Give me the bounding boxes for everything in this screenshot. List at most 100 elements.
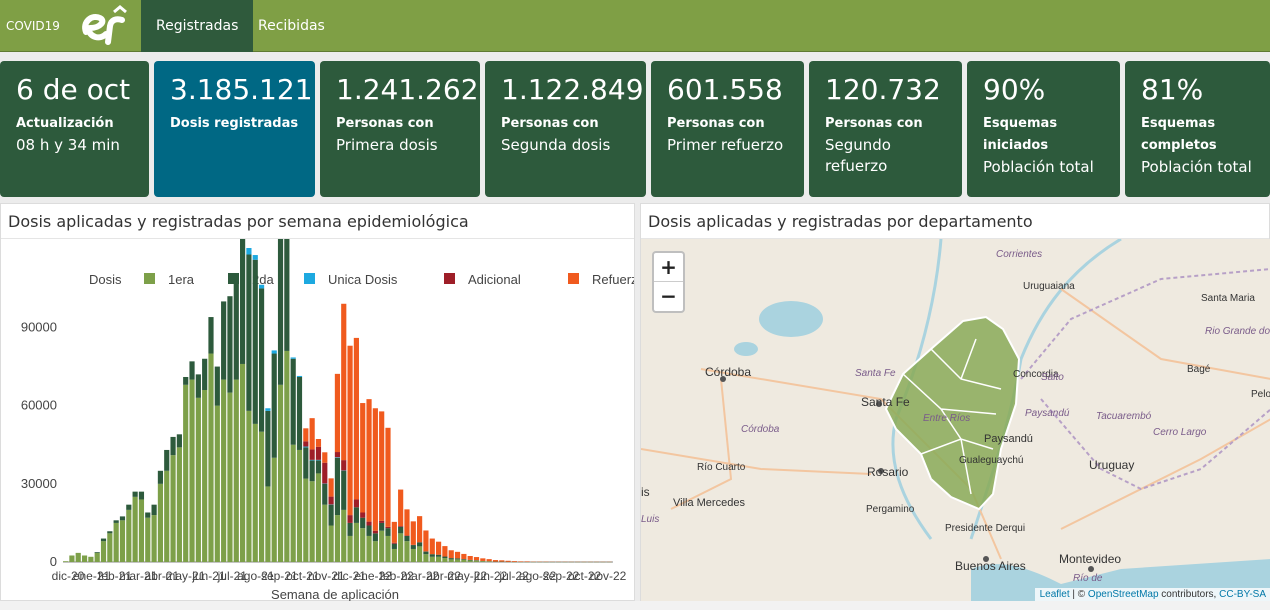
bar-segment[interactable] (265, 408, 271, 411)
bar-segment[interactable] (404, 509, 410, 536)
bar-segment[interactable] (404, 535, 410, 536)
bar-segment[interactable] (429, 556, 435, 562)
bar-segment[interactable] (315, 460, 322, 474)
bar-segment[interactable] (322, 504, 328, 562)
bar-segment[interactable] (334, 373, 341, 453)
bar-segment[interactable] (385, 528, 391, 536)
bar-segment[interactable] (100, 538, 107, 542)
bar-segment[interactable] (341, 303, 347, 461)
bar-segment[interactable] (404, 541, 410, 562)
bar-segment[interactable] (360, 403, 366, 513)
zoom-out-button[interactable]: − (654, 282, 683, 311)
bar-segment[interactable] (353, 507, 359, 523)
bar-segment[interactable] (398, 533, 404, 562)
bar-segment[interactable] (435, 541, 442, 555)
bar-segment[interactable] (322, 462, 328, 484)
bar-segment[interactable] (246, 254, 252, 411)
bar-segment[interactable] (417, 516, 423, 543)
leaflet-map[interactable]: Corrientes Uruguaiana Santa Maria Rio Grand… (641, 239, 1270, 601)
bar-segment[interactable] (119, 520, 126, 562)
bar-segment[interactable] (341, 509, 347, 562)
bar-segment[interactable] (309, 481, 315, 562)
bar-segment[interactable] (423, 554, 429, 562)
bar-segment[interactable] (391, 521, 397, 543)
bar-segment[interactable] (290, 357, 296, 359)
bar-segment[interactable] (461, 559, 467, 562)
bar-segment[interactable] (328, 496, 334, 505)
bar-segment[interactable] (138, 491, 145, 500)
bar-segment[interactable] (379, 411, 385, 521)
bar-segment[interactable] (107, 533, 113, 562)
bar-segment[interactable] (366, 521, 372, 526)
bar-segment[interactable] (315, 439, 322, 447)
tab-registradas[interactable]: Registradas (141, 0, 254, 52)
bar-segment[interactable] (189, 361, 195, 380)
bar-segment[interactable] (145, 512, 151, 518)
bar-segment[interactable] (81, 555, 88, 562)
bar-segment[interactable] (467, 560, 473, 562)
bar-segment[interactable] (170, 436, 176, 456)
bar-segment[interactable] (315, 459, 322, 461)
bar-segment[interactable] (258, 284, 265, 289)
bar-segment[interactable] (429, 554, 435, 557)
bar-segment[interactable] (341, 460, 347, 471)
bar-segment[interactable] (366, 525, 372, 536)
bar-segment[interactable] (398, 489, 404, 527)
bar-segment[interactable] (379, 522, 385, 531)
bar-segment[interactable] (391, 548, 397, 562)
bar-segment[interactable] (183, 376, 189, 385)
bar-segment[interactable] (334, 457, 341, 516)
bar-segment[interactable] (454, 551, 461, 559)
bar-segment[interactable] (391, 543, 397, 549)
bar-segment[interactable] (347, 515, 353, 523)
bar-segment[interactable] (423, 530, 429, 552)
bar-segment[interactable] (202, 390, 208, 562)
bar-segment[interactable] (467, 556, 473, 560)
osm-link[interactable]: OpenStreetMap (1088, 589, 1159, 600)
bar-segment[interactable] (138, 499, 145, 562)
bar-segment[interactable] (360, 512, 366, 518)
bar-segment[interactable] (132, 491, 138, 497)
bar-segment[interactable] (410, 548, 416, 562)
bar-segment[interactable] (473, 560, 480, 561)
bar-segment[interactable] (176, 434, 182, 448)
bar-segment[interactable] (233, 379, 239, 562)
bar-segment[interactable] (265, 486, 271, 562)
bar-segment[interactable] (366, 535, 372, 562)
bar-segment[interactable] (296, 375, 303, 377)
bar-segment[interactable] (417, 542, 423, 547)
bar-segment[interactable] (75, 552, 81, 562)
bar-segment[interactable] (423, 551, 429, 555)
bar-segment[interactable] (107, 531, 113, 534)
bar-segment[interactable] (164, 470, 170, 562)
bar-segment[interactable] (347, 345, 353, 516)
zoom-in-button[interactable]: + (654, 253, 683, 282)
bar-segment[interactable] (328, 525, 334, 562)
bar-segment[interactable] (372, 541, 378, 562)
bar-segment[interactable] (328, 478, 334, 497)
bar-segment[interactable] (277, 384, 284, 562)
bar-segment[interactable] (385, 535, 391, 562)
bar-segment[interactable] (315, 446, 322, 460)
legend-label[interactable]: Adicional (468, 272, 521, 287)
bar-segment[interactable] (379, 520, 385, 523)
bar-segment[interactable] (271, 457, 277, 562)
bar-segment[interactable] (341, 470, 347, 510)
bar-segment[interactable] (126, 509, 132, 562)
bar-segment[interactable] (505, 560, 511, 562)
tab-recibidas[interactable]: Recibidas (243, 0, 340, 52)
bar-segment[interactable] (442, 556, 448, 559)
bar-segment[interactable] (461, 559, 467, 560)
bar-segment[interactable] (322, 452, 328, 463)
bar-segment[interactable] (221, 379, 227, 562)
bar-segment[interactable] (511, 561, 518, 562)
bar-segment[interactable] (309, 459, 315, 461)
legend-swatch[interactable] (304, 273, 315, 284)
bar-segment[interactable] (195, 397, 201, 562)
bar-segment[interactable] (435, 556, 442, 562)
bar-segment[interactable] (461, 553, 467, 560)
bar-segment[interactable] (113, 522, 119, 562)
bar-segment[interactable] (303, 446, 309, 448)
bar-segment[interactable] (170, 455, 176, 562)
bar-segment[interactable] (518, 561, 524, 562)
